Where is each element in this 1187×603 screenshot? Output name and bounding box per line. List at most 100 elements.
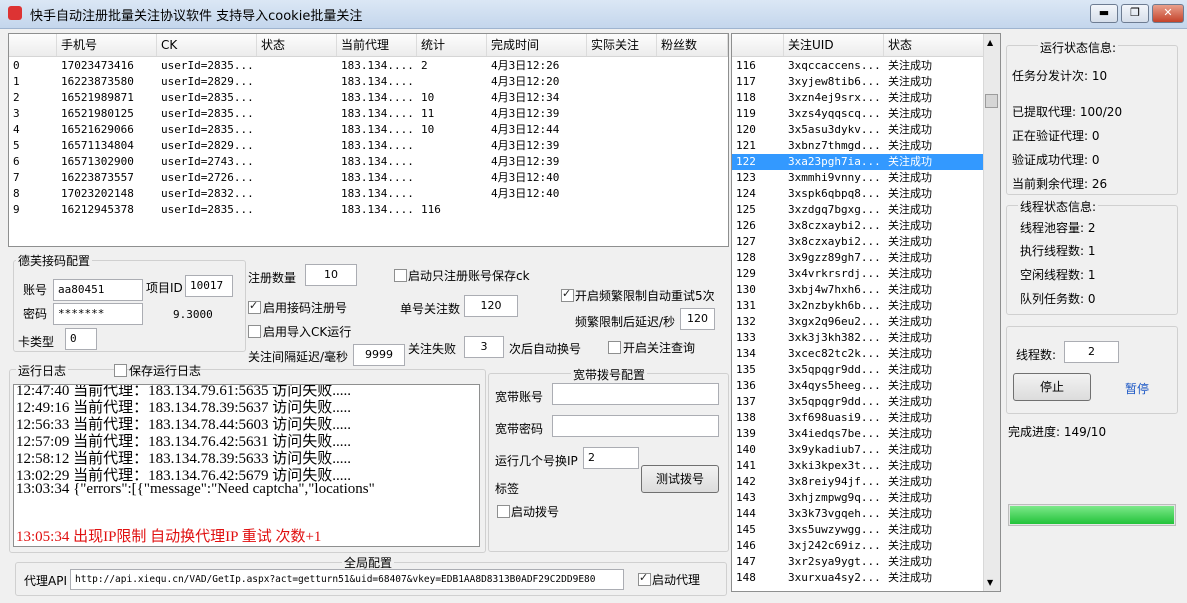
table-cell: 183.134....: [341, 91, 414, 104]
list-item[interactable]: 119 3xzs4yqqscq... 关注成功: [732, 106, 983, 122]
list-item[interactable]: 123 3xmmhi9vnny... 关注成功: [732, 170, 983, 186]
table-row[interactable]: 9 16212945378 userId=2835... 183.134.... 116: [9, 202, 728, 218]
follow-scrollbar[interactable]: ▲ ▼: [983, 34, 1000, 591]
retry-checkbox[interactable]: [561, 287, 574, 302]
broadband-account-input[interactable]: [552, 383, 719, 405]
maximize-button[interactable]: ❐: [1121, 4, 1149, 23]
enable-sms-checkbox[interactable]: [248, 299, 261, 314]
accounts-col-header[interactable]: 统计: [417, 34, 487, 56]
list-item[interactable]: 141 3xki3kpex3t... 关注成功: [732, 458, 983, 474]
accounts-table[interactable]: 手机号 CK 状态 当前代理 统计 完成时间 实际关注 粉丝数 0 17023473416 use…: [8, 33, 729, 247]
sms-password-input[interactable]: *******: [53, 303, 143, 325]
list-item[interactable]: 133 3xk3j3kh382... 关注成功: [732, 330, 983, 346]
scroll-down-icon[interactable]: ▼: [987, 578, 993, 587]
list-item[interactable]: 118 3xzn4ej9srx... 关注成功: [732, 90, 983, 106]
minimize-button[interactable]: ▬: [1090, 4, 1118, 23]
accounts-col-header[interactable]: 手机号: [57, 34, 157, 56]
scroll-thumb[interactable]: [985, 94, 998, 108]
list-item[interactable]: 148 3xurxua4sy2... 关注成功: [732, 570, 983, 586]
list-item[interactable]: 138 3xf698uasi9... 关注成功: [732, 410, 983, 426]
table-row[interactable]: 6 16571302900 userId=2743... 183.134.... 4月3…: [9, 154, 728, 170]
list-item[interactable]: 121 3xbnz7thmgd... 关注成功: [732, 138, 983, 154]
table-row[interactable]: 1 16223873580 userId=2829... 183.134.... 4月3…: [9, 74, 728, 90]
table-row[interactable]: 0 17023473416 userId=2835... 183.134.... 2 4月…: [9, 58, 728, 74]
list-item[interactable]: 131 3x2nzbykh6b... 关注成功: [732, 298, 983, 314]
save-log-checkbox[interactable]: [114, 364, 127, 377]
list-item[interactable]: 135 3x5qpqgr9dd... 关注成功: [732, 362, 983, 378]
auto-dial-checkbox[interactable]: [497, 505, 510, 518]
log-area[interactable]: 12:47:40 当前代理：183.134.79.61:5635 访问失败...…: [13, 384, 480, 547]
list-item[interactable]: 140 3x9ykadiub7... 关注成功: [732, 442, 983, 458]
list-item[interactable]: 127 3x8czxaybi2... 关注成功: [732, 234, 983, 250]
table-cell: [587, 90, 657, 106]
list-cell: 121: [736, 139, 756, 152]
table-row[interactable]: 4 16521629066 userId=2835... 183.134.... 10 4…: [9, 122, 728, 138]
interval-input[interactable]: 9999: [353, 344, 405, 366]
list-item[interactable]: 147 3xr2sya9ygt... 关注成功: [732, 554, 983, 570]
table-row[interactable]: 2 16521989871 userId=2835... 183.134.... 10 4…: [9, 90, 728, 106]
list-item[interactable]: 132 3xgx2q96eu2... 关注成功: [732, 314, 983, 330]
follow-col-header[interactable]: 关注UID: [784, 34, 884, 56]
broadband-password-input[interactable]: [552, 415, 719, 437]
list-item[interactable]: 130 3xbj4w7hxh6... 关注成功: [732, 282, 983, 298]
single-follow-input[interactable]: 120: [464, 295, 518, 317]
list-cell: 122: [736, 155, 756, 168]
list-item[interactable]: 126 3x8czxaybi2... 关注成功: [732, 218, 983, 234]
accounts-col-header[interactable]: 完成时间: [487, 34, 587, 56]
accounts-col-header[interactable]: 粉丝数: [657, 34, 728, 56]
pause-link[interactable]: 暂停: [1125, 380, 1149, 397]
list-item[interactable]: 145 3xs5uwzywgg... 关注成功: [732, 522, 983, 538]
accounts-col-header[interactable]: 实际关注: [587, 34, 657, 56]
fail-input[interactable]: 3: [464, 336, 504, 358]
query-checkbox[interactable]: [608, 341, 621, 354]
switch-ip-input[interactable]: 2: [583, 447, 639, 469]
scroll-up-icon[interactable]: ▲: [987, 38, 993, 47]
list-cell: 124: [736, 187, 756, 200]
project-id-input[interactable]: 10017: [185, 275, 233, 297]
list-item[interactable]: 137 3x5qpqgr9dd... 关注成功: [732, 394, 983, 410]
list-item[interactable]: 117 3xyjew8tib6... 关注成功: [732, 74, 983, 90]
table-cell: 5: [13, 139, 20, 152]
list-item[interactable]: 125 3xzdgq7bgxg... 关注成功: [732, 202, 983, 218]
list-item[interactable]: 136 3x4qys5heeg... 关注成功: [732, 378, 983, 394]
list-item[interactable]: 129 3x4vrkrsrdj... 关注成功: [732, 266, 983, 282]
list-item[interactable]: 120 3x5asu3dykv... 关注成功: [732, 122, 983, 138]
table-cell: [657, 122, 728, 138]
list-item[interactable]: 139 3x4iedqs7be... 关注成功: [732, 426, 983, 442]
accounts-col-header[interactable]: 当前代理: [337, 34, 417, 56]
list-item[interactable]: 124 3xspk6qbpq8... 关注成功: [732, 186, 983, 202]
list-item[interactable]: 128 3x9gzz89gh7... 关注成功: [732, 250, 983, 266]
table-row[interactable]: 5 16571134804 userId=2829... 183.134.... 4月3…: [9, 138, 728, 154]
import-ck-checkbox[interactable]: [248, 325, 261, 338]
card-type-input[interactable]: 0: [65, 328, 97, 350]
thread-count-input[interactable]: 2: [1064, 341, 1119, 363]
enable-proxy-checkbox[interactable]: [638, 571, 651, 586]
accounts-col-header[interactable]: CK: [157, 34, 257, 56]
close-button[interactable]: ✕: [1152, 4, 1184, 23]
test-dial-button[interactable]: 测试拨号: [641, 465, 719, 493]
list-cell: 3x8czxaybi2...: [788, 235, 881, 248]
table-row[interactable]: 8 17023202148 userId=2832... 183.134.... 4月3…: [9, 186, 728, 202]
accounts-col-header[interactable]: [9, 34, 57, 56]
table-row[interactable]: 7 16223873557 userId=2726... 183.134.... 4月3…: [9, 170, 728, 186]
proxy-api-input[interactable]: http://api.xiequ.cn/VAD/GetIp.aspx?act=g…: [70, 569, 624, 590]
only-register-checkbox[interactable]: [394, 269, 407, 282]
list-item[interactable]: 143 3xhjzmpwg9q... 关注成功: [732, 490, 983, 506]
register-count-input[interactable]: 10: [305, 264, 357, 286]
list-item[interactable]: 134 3xcec82tc2k... 关注成功: [732, 346, 983, 362]
list-item[interactable]: 146 3xj242c69iz... 关注成功: [732, 538, 983, 554]
sms-account-input[interactable]: aa80451: [53, 279, 143, 301]
accounts-col-header[interactable]: 状态: [257, 34, 337, 56]
follow-table[interactable]: 关注UID 状态 116 3xqccaccens... 关注成功 117 3xyjew8t…: [731, 33, 1001, 592]
delay-after-limit-input[interactable]: 120: [680, 308, 715, 330]
list-cell: 3xmmhi9vnny...: [788, 171, 881, 184]
list-item[interactable]: 122 3xa23pgh7ia... 关注成功: [732, 154, 983, 170]
list-item[interactable]: 144 3x3k73vgqeh... 关注成功: [732, 506, 983, 522]
list-item[interactable]: 142 3x8reiy94jf... 关注成功: [732, 474, 983, 490]
list-item[interactable]: 116 3xqccaccens... 关注成功: [732, 58, 983, 74]
table-row[interactable]: 3 16521980125 userId=2835... 183.134.... 11 4…: [9, 106, 728, 122]
follow-col-header[interactable]: 状态: [884, 34, 984, 56]
stop-button[interactable]: 停止: [1013, 373, 1091, 401]
follow-col-header[interactable]: [732, 34, 784, 56]
accounts-table-header: 手机号 CK 状态 当前代理 统计 完成时间 实际关注 粉丝数: [9, 34, 728, 57]
